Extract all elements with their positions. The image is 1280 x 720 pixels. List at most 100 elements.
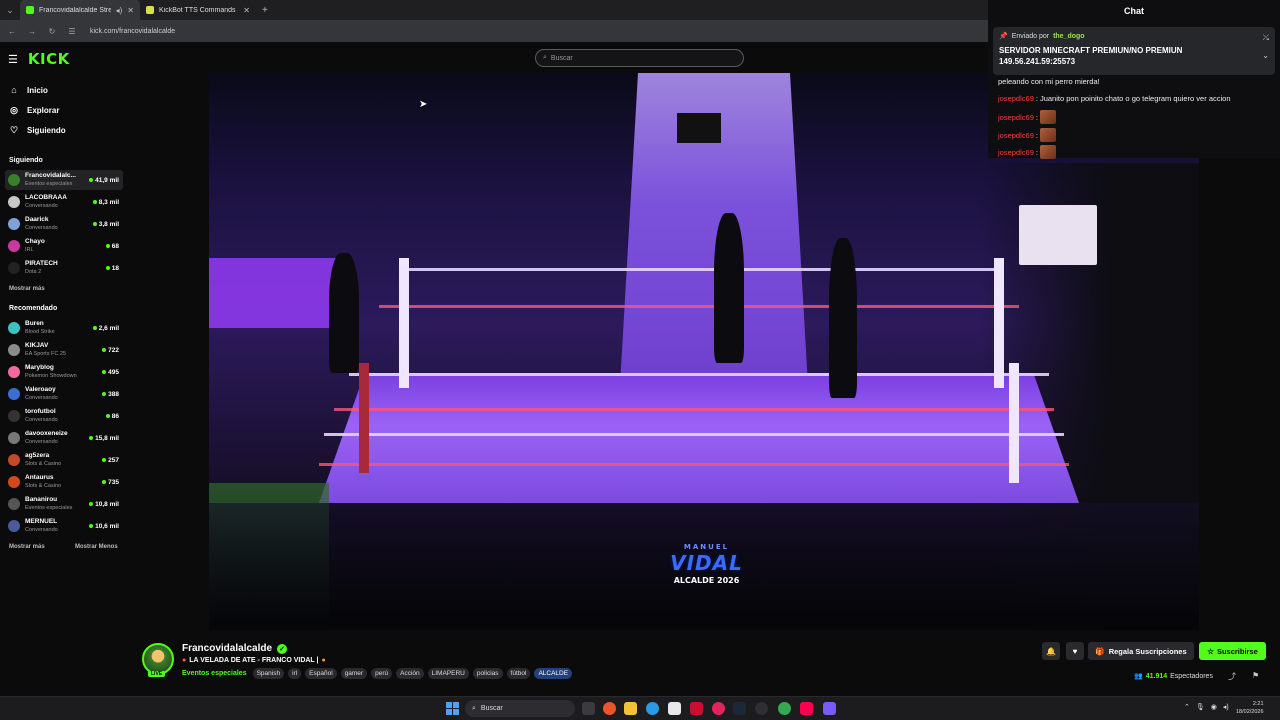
browser-tab[interactable]: KickBot TTS Commands ✕ — [140, 0, 256, 20]
taskbar-search[interactable]: ⌕ Buscar — [465, 700, 575, 717]
obs-icon[interactable] — [755, 702, 768, 715]
nav-explorar[interactable]: ◎ Explorar — [9, 105, 59, 116]
report-icon[interactable]: ⚑ — [1252, 671, 1259, 680]
stream-tag[interactable]: gamer — [340, 668, 368, 679]
avatar — [8, 322, 20, 334]
show-less-recommended[interactable]: Mostrar Menos — [75, 544, 118, 550]
pinned-user[interactable]: the_dogo — [1053, 33, 1085, 40]
channel-name: Valeroaoy — [25, 386, 56, 393]
nav-siguiendo[interactable]: ♡ Siguiendo — [9, 125, 66, 136]
volume-icon[interactable]: ◂) — [1223, 703, 1229, 711]
chat-username[interactable]: josepdlc69 — [998, 131, 1034, 140]
channel-category: Conversando — [25, 417, 58, 423]
url-text[interactable]: kick.com/francovidalalcalde — [90, 28, 175, 35]
file-explorer-icon[interactable] — [624, 702, 637, 715]
subscribe-button[interactable]: ☆ Suscribirse — [1199, 642, 1266, 660]
search-input[interactable]: ⌕ Buscar — [535, 49, 744, 67]
app-icon[interactable] — [712, 702, 725, 715]
channel-info: Buren Blood Strike — [25, 320, 93, 336]
ring-post — [1009, 363, 1019, 483]
video-person — [714, 213, 744, 363]
app-icon[interactable] — [823, 702, 836, 715]
channel-name: Francovidalalc... — [25, 172, 76, 179]
sidebar-channel[interactable]: Bananirou Eventos especiales 10,8 mil — [5, 494, 123, 514]
site-info-icon[interactable]: ☰ — [66, 27, 78, 36]
windows-start-icon[interactable] — [446, 702, 459, 715]
network-icon[interactable]: ◉ — [1211, 703, 1217, 711]
sidebar-channel[interactable]: Antaurus Slots & Casino 735 — [5, 472, 123, 492]
browser-tab-active[interactable]: Francovidalalcalde Stream ◂) ✕ — [20, 0, 140, 20]
tiktok-icon[interactable] — [800, 702, 813, 715]
sidebar-channel[interactable]: MERNUEL Conversando 10,6 mil — [5, 516, 123, 536]
chat-username[interactable]: josepdlc69 — [998, 113, 1034, 122]
reload-icon[interactable]: ↻ — [46, 27, 58, 36]
new-tab-icon[interactable]: + — [256, 5, 274, 16]
heart-follow-icon[interactable]: ♥ — [1066, 642, 1084, 660]
chat-message: josepdlc69: — [998, 110, 1056, 124]
notepad-icon[interactable] — [668, 702, 681, 715]
show-more-following[interactable]: Mostrar más — [9, 286, 45, 292]
header-left: ☰ KICK — [8, 50, 70, 68]
channel-name: Antaurus — [25, 474, 54, 481]
mouse-cursor-icon: ➤ — [419, 99, 428, 110]
stream-tag[interactable]: Acción — [396, 668, 424, 679]
channel-name: Buren — [25, 320, 44, 327]
share-icon[interactable]: ⤴ — [1228, 671, 1236, 682]
menu-icon[interactable]: ☰ — [8, 53, 18, 66]
stream-tag[interactable]: Spanish — [252, 668, 285, 679]
chat-message: peleando con mi perro mierda! — [998, 77, 1100, 86]
chrome-icon[interactable] — [778, 702, 791, 715]
sidebar-channel[interactable]: PIRATECH Dota 2 18 — [5, 258, 123, 278]
category-link[interactable]: Eventos especiales — [182, 670, 247, 677]
stream-tag[interactable]: LIMAPERU — [427, 668, 469, 679]
sidebar-channel[interactable]: LACOBRAAA Conversando 8,3 mil — [5, 192, 123, 212]
tab-close-icon[interactable]: ✕ — [243, 6, 250, 15]
bell-icon[interactable]: 🔔 — [1042, 642, 1060, 660]
sidebar-channel[interactable]: davooxeneize Conversando 15,8 mil — [5, 428, 123, 448]
sidebar-channel[interactable]: Daarick Conversando 3,8 mil — [5, 214, 123, 234]
sidebar-channel[interactable]: torofutbol Conversando 86 — [5, 406, 123, 426]
sidebar-channel[interactable]: ag5zera Slots & Casino 257 — [5, 450, 123, 470]
gift-subs-button[interactable]: 🎁 Regala Suscripciones — [1088, 642, 1194, 660]
avatar — [8, 344, 20, 356]
mic-icon[interactable]: 🎙 — [1196, 703, 1205, 711]
ring-rope — [349, 373, 1049, 376]
kick-logo[interactable]: KICK — [28, 50, 70, 68]
steam-icon[interactable] — [733, 702, 746, 715]
stream-tag[interactable]: ALCALDE — [534, 668, 573, 679]
forward-icon[interactable]: → — [26, 27, 38, 36]
task-view-icon[interactable] — [582, 702, 595, 715]
nav-inicio[interactable]: ⌂ Inicio — [9, 85, 48, 95]
stream-tag[interactable]: policias — [472, 668, 503, 679]
channel-info: LACOBRAAA Conversando — [25, 194, 93, 210]
chevron-up-icon[interactable]: ⌃ — [1184, 703, 1190, 711]
back-icon[interactable]: ← — [6, 27, 18, 36]
sidebar-channel[interactable]: KIKJAV EA Sports FC 25 722 — [5, 340, 123, 360]
sidebar-channel[interactable]: Francovidalalc... Eventos especiales 41,9 … — [5, 170, 123, 190]
unpin-icon[interactable]: ⤯ — [1263, 33, 1269, 43]
sidebar-channel[interactable]: Valeroaoy Conversando 388 — [5, 384, 123, 404]
viewer-count: 495 — [108, 368, 119, 376]
channel-viewers: 735 — [102, 479, 123, 486]
app-icon[interactable] — [603, 702, 616, 715]
stream-tag[interactable]: Español — [305, 668, 337, 679]
stream-tag[interactable]: perú — [371, 668, 393, 679]
channel-name: Chayo — [25, 238, 45, 245]
channel-name[interactable]: Francovidalalcalde — [182, 643, 272, 654]
edge-icon[interactable] — [646, 702, 659, 715]
chat-username[interactable]: josepdlc69 — [998, 94, 1034, 103]
stream-tag[interactable]: irl — [288, 668, 302, 679]
pinned-message[interactable]: 📌 Enviado por the_dogo SERVIDOR MINECRAF… — [993, 27, 1275, 75]
app-icon[interactable] — [690, 702, 703, 715]
sidebar-channel[interactable]: Chayo IRL 68 — [5, 236, 123, 256]
chat-username[interactable]: josepdlc69 — [998, 148, 1034, 157]
clock[interactable]: 2:21 18/02/2026 — [1236, 700, 1264, 716]
chevron-down-icon[interactable]: ⌄ — [1262, 51, 1269, 60]
sidebar-channel[interactable]: Maryblog Pokemon Showdown 495 — [5, 362, 123, 382]
tab-audio-icon[interactable]: ◂) — [116, 6, 123, 15]
sidebar-channel[interactable]: Buren Blood Strike 2,6 mil — [5, 318, 123, 338]
tab-close-icon[interactable]: ✕ — [127, 6, 134, 15]
tab-search-icon[interactable]: ⌄ — [0, 0, 20, 20]
show-more-recommended[interactable]: Mostrar más — [9, 544, 45, 550]
stream-tag[interactable]: fútbol — [506, 668, 531, 679]
